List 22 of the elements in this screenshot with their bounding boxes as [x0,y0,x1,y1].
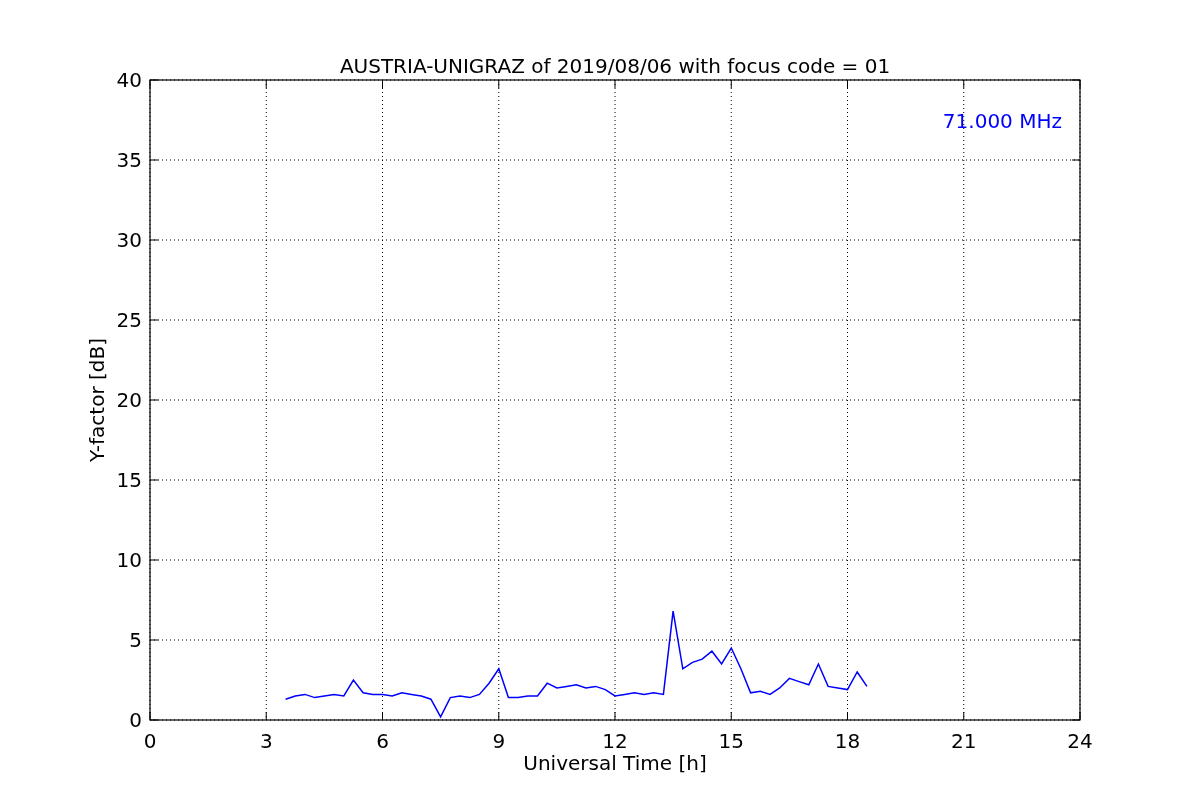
tick-label: 21 [951,729,977,753]
chart-title: AUSTRIA-UNIGRAZ of 2019/08/06 with focus code = 01 [339,54,891,78]
tick-label: 20 [116,388,142,412]
tick-label: 30 [116,228,142,252]
tick-label: 15 [718,729,744,753]
tick-label: 40 [116,68,142,92]
x-axis-label: Universal Time [h] [523,751,707,775]
tick-label: 15 [116,468,142,492]
y-axis-label: Y-factor [dB] [85,338,109,462]
tick-label: 24 [1067,729,1093,753]
tick-label: 0 [143,729,157,753]
tick-label: 0 [129,708,142,732]
tick-label: 25 [116,308,142,332]
tick-label: 9 [492,729,506,753]
tick-label: 35 [116,148,142,172]
tick-label: 3 [259,729,273,753]
frequency-label: 71.000 MHz [942,109,1062,133]
tick-label: 5 [129,628,142,652]
tick-label: 12 [602,729,628,753]
tick-label: 18 [834,729,861,753]
tick-label: 6 [376,729,389,753]
tick-label: 10 [116,548,142,572]
